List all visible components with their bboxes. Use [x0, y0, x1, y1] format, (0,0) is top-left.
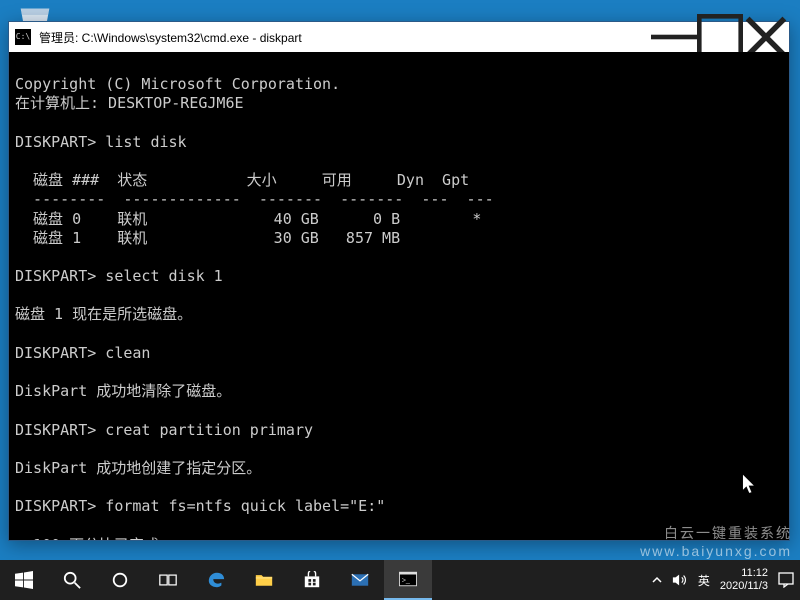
watermark-line1: 白云一键重装系统: [640, 525, 792, 543]
cortana-icon: [111, 571, 129, 589]
taskbar: >_ 英 11:12 2020/11/3: [0, 560, 800, 600]
edge-icon: [207, 571, 225, 589]
window-title: 管理员: C:\Windows\system32\cmd.exe - diskp…: [37, 29, 651, 46]
watermark-line2: www.baiyunxg.com: [640, 543, 792, 561]
terminal-output[interactable]: Copyright (C) Microsoft Corporation. 在计算…: [9, 52, 789, 540]
taskbar-date: 2020/11/3: [720, 580, 768, 593]
edge-button[interactable]: [192, 560, 240, 600]
windows-icon: [15, 571, 33, 589]
start-button[interactable]: [0, 560, 48, 600]
mail-button[interactable]: [336, 560, 384, 600]
task-view-button[interactable]: [144, 560, 192, 600]
close-button[interactable]: [743, 22, 789, 52]
cmd-icon: C:\: [15, 29, 31, 45]
watermark-text: 白云一键重装系统 www.baiyunxg.com: [640, 525, 792, 560]
mail-icon: [351, 571, 369, 589]
cortana-button[interactable]: [96, 560, 144, 600]
task-view-icon: [159, 571, 177, 589]
ime-indicator[interactable]: 英: [698, 572, 710, 589]
cmd-taskbar-icon: >_: [399, 570, 417, 588]
cmd-taskbar-button[interactable]: >_: [384, 560, 432, 600]
file-explorer-button[interactable]: [240, 560, 288, 600]
folder-icon: [255, 571, 273, 589]
mouse-cursor-icon: [742, 474, 758, 501]
tray-chevron-up-icon[interactable]: [652, 575, 662, 585]
cmd-window: C:\ 管理员: C:\Windows\system32\cmd.exe - d…: [8, 21, 790, 541]
minimize-button[interactable]: [651, 22, 697, 52]
taskbar-clock[interactable]: 11:12 2020/11/3: [720, 567, 768, 592]
svg-text:>_: >_: [402, 576, 411, 585]
notifications-icon[interactable]: [778, 572, 794, 588]
search-button[interactable]: [48, 560, 96, 600]
store-button[interactable]: [288, 560, 336, 600]
taskbar-time: 11:12: [720, 567, 768, 580]
search-icon: [63, 571, 81, 589]
maximize-button[interactable]: [697, 22, 743, 52]
volume-icon[interactable]: [672, 573, 688, 587]
store-icon: [303, 571, 321, 589]
titlebar[interactable]: C:\ 管理员: C:\Windows\system32\cmd.exe - d…: [9, 22, 789, 52]
